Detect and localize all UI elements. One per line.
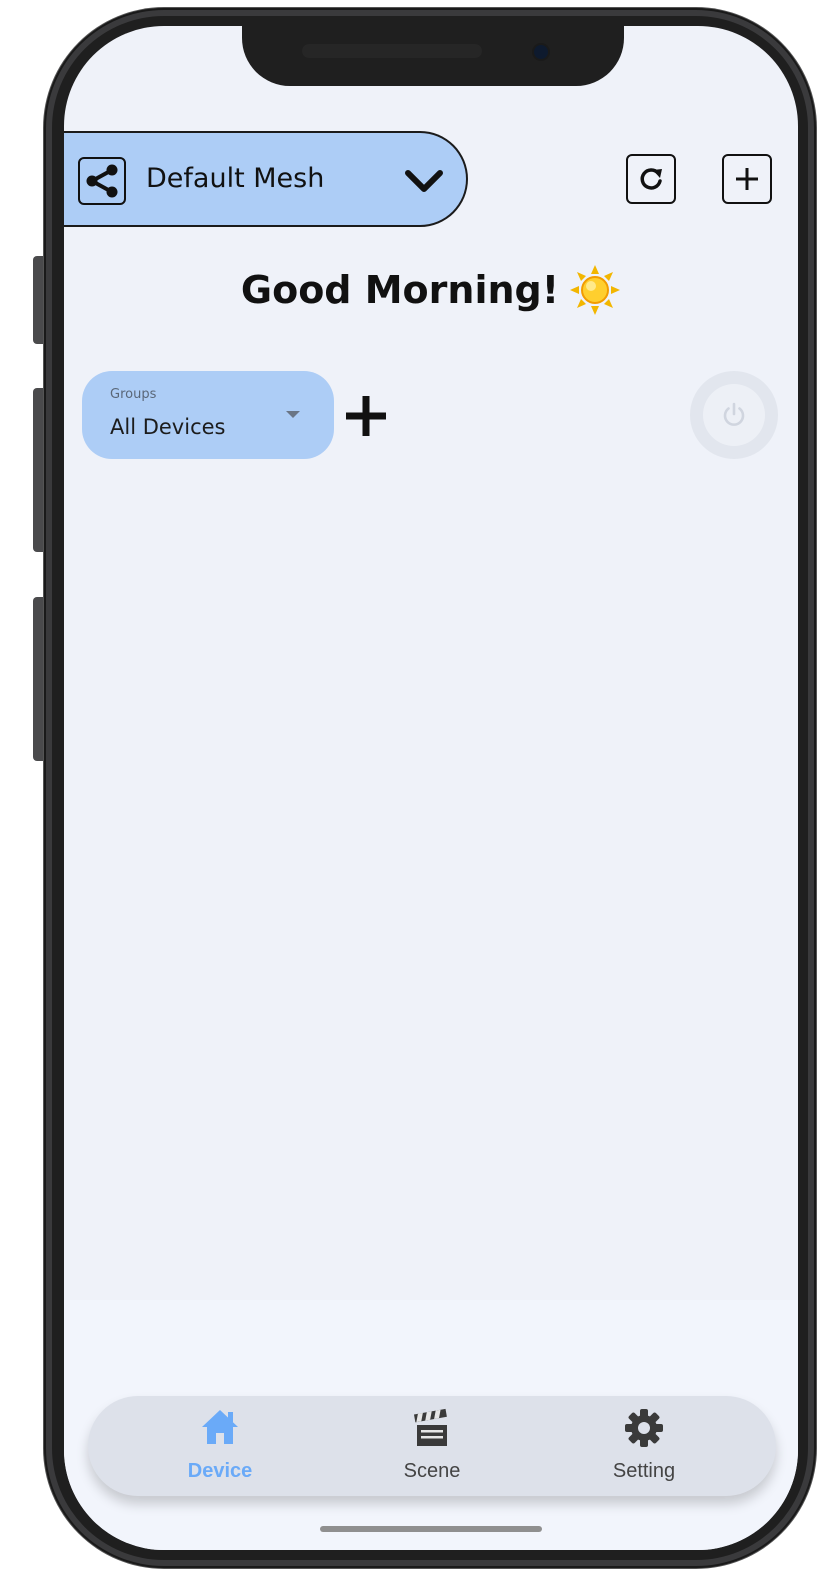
caret-down-icon (286, 411, 300, 418)
bottom-navigation: Device Scene Setting (88, 1396, 776, 1496)
front-camera (534, 45, 548, 59)
clapperboard-icon (352, 1408, 512, 1448)
power-icon (723, 402, 745, 426)
mesh-selector[interactable]: Default Mesh (64, 131, 468, 227)
add-device-button[interactable] (722, 154, 772, 204)
greeting: Good Morning! (64, 264, 798, 316)
nav-label-scene: Scene (403, 1460, 461, 1482)
nav-item-setting[interactable]: Setting (564, 1396, 724, 1496)
power-button-inner (703, 384, 765, 446)
power-all-button[interactable] (690, 371, 778, 459)
nav-item-scene[interactable]: Scene (352, 1396, 512, 1496)
plus-icon (346, 396, 386, 436)
plus-icon (736, 168, 758, 190)
refresh-icon (640, 168, 662, 190)
share-icon (78, 157, 126, 205)
add-group-button[interactable] (340, 390, 392, 442)
phone-notch (242, 26, 624, 86)
greeting-text: Good Morning! (240, 268, 560, 312)
notch-speaker (302, 44, 482, 58)
groups-caption: Groups (110, 387, 157, 402)
refresh-button[interactable] (626, 154, 676, 204)
home-icon (140, 1408, 300, 1448)
chevron-down-icon (405, 170, 443, 192)
nav-item-device[interactable]: Device (140, 1396, 300, 1496)
nav-label-setting: Setting (612, 1460, 676, 1482)
sun-icon (570, 265, 621, 315)
groups-dropdown[interactable]: Groups All Devices (82, 371, 334, 459)
groups-selected-value: All Devices (110, 415, 226, 439)
nav-label-device: Device (187, 1460, 253, 1482)
home-indicator[interactable] (320, 1526, 542, 1532)
mesh-name: Default Mesh (146, 163, 325, 194)
gear-icon (564, 1408, 724, 1448)
app-screen: Default Mesh Good Morning! Groups All De… (64, 26, 798, 1550)
